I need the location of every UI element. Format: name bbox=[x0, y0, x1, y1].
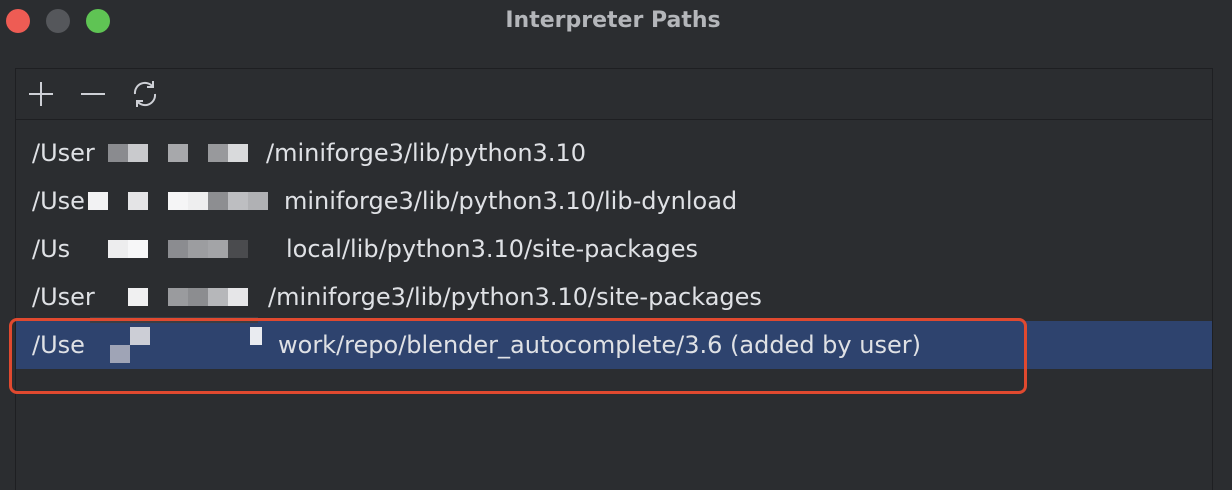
redacted-username bbox=[100, 273, 268, 321]
redacted-username bbox=[90, 317, 278, 369]
plus-icon bbox=[29, 82, 53, 106]
interpreter-paths-list: /User /miniforge3/lib/python3.10 /Use mi… bbox=[16, 129, 1212, 369]
path-prefix: /Use bbox=[32, 331, 85, 359]
path-suffix: /miniforge3/lib/python3.10/site-packages bbox=[268, 283, 762, 311]
path-suffix: work/repo/blender_autocomplete/3.6 (adde… bbox=[278, 331, 921, 359]
window-title: Interpreter Paths bbox=[505, 8, 721, 33]
interpreter-paths-window: Interpreter Paths /User /miniforge3/lib/… bbox=[0, 0, 1232, 490]
path-row[interactable]: /User /miniforge3/lib/python3.10/site-pa… bbox=[16, 273, 1212, 321]
path-row[interactable]: /Us local/lib/python3.10/site-packages bbox=[16, 225, 1212, 273]
titlebar: Interpreter Paths bbox=[0, 0, 1232, 44]
path-prefix: /Use bbox=[32, 187, 85, 215]
add-path-button[interactable] bbox=[24, 77, 58, 111]
minus-icon bbox=[81, 93, 105, 95]
redacted-username bbox=[96, 129, 256, 177]
path-row[interactable]: /User /miniforge3/lib/python3.10 bbox=[16, 129, 1212, 177]
path-row-selected[interactable]: /Use work/repo/blender_autocomplete/3.6 … bbox=[16, 317, 1212, 369]
paths-panel: /User /miniforge3/lib/python3.10 /Use mi… bbox=[15, 68, 1213, 490]
remove-path-button[interactable] bbox=[76, 77, 110, 111]
path-suffix: /miniforge3/lib/python3.10 bbox=[266, 139, 586, 167]
path-prefix: /User bbox=[32, 139, 95, 167]
paths-toolbar bbox=[16, 69, 1212, 120]
path-prefix: /Us bbox=[32, 235, 71, 263]
redacted-username bbox=[84, 225, 284, 273]
path-row[interactable]: /Use miniforge3/lib/python3.10/lib-dynlo… bbox=[16, 177, 1212, 225]
reload-paths-button[interactable] bbox=[128, 77, 162, 111]
path-suffix: miniforge3/lib/python3.10/lib-dynload bbox=[284, 187, 738, 215]
redacted-username bbox=[88, 177, 284, 225]
path-suffix: local/lib/python3.10/site-packages bbox=[286, 235, 698, 263]
refresh-icon bbox=[133, 81, 157, 107]
path-prefix: /User bbox=[32, 283, 95, 311]
